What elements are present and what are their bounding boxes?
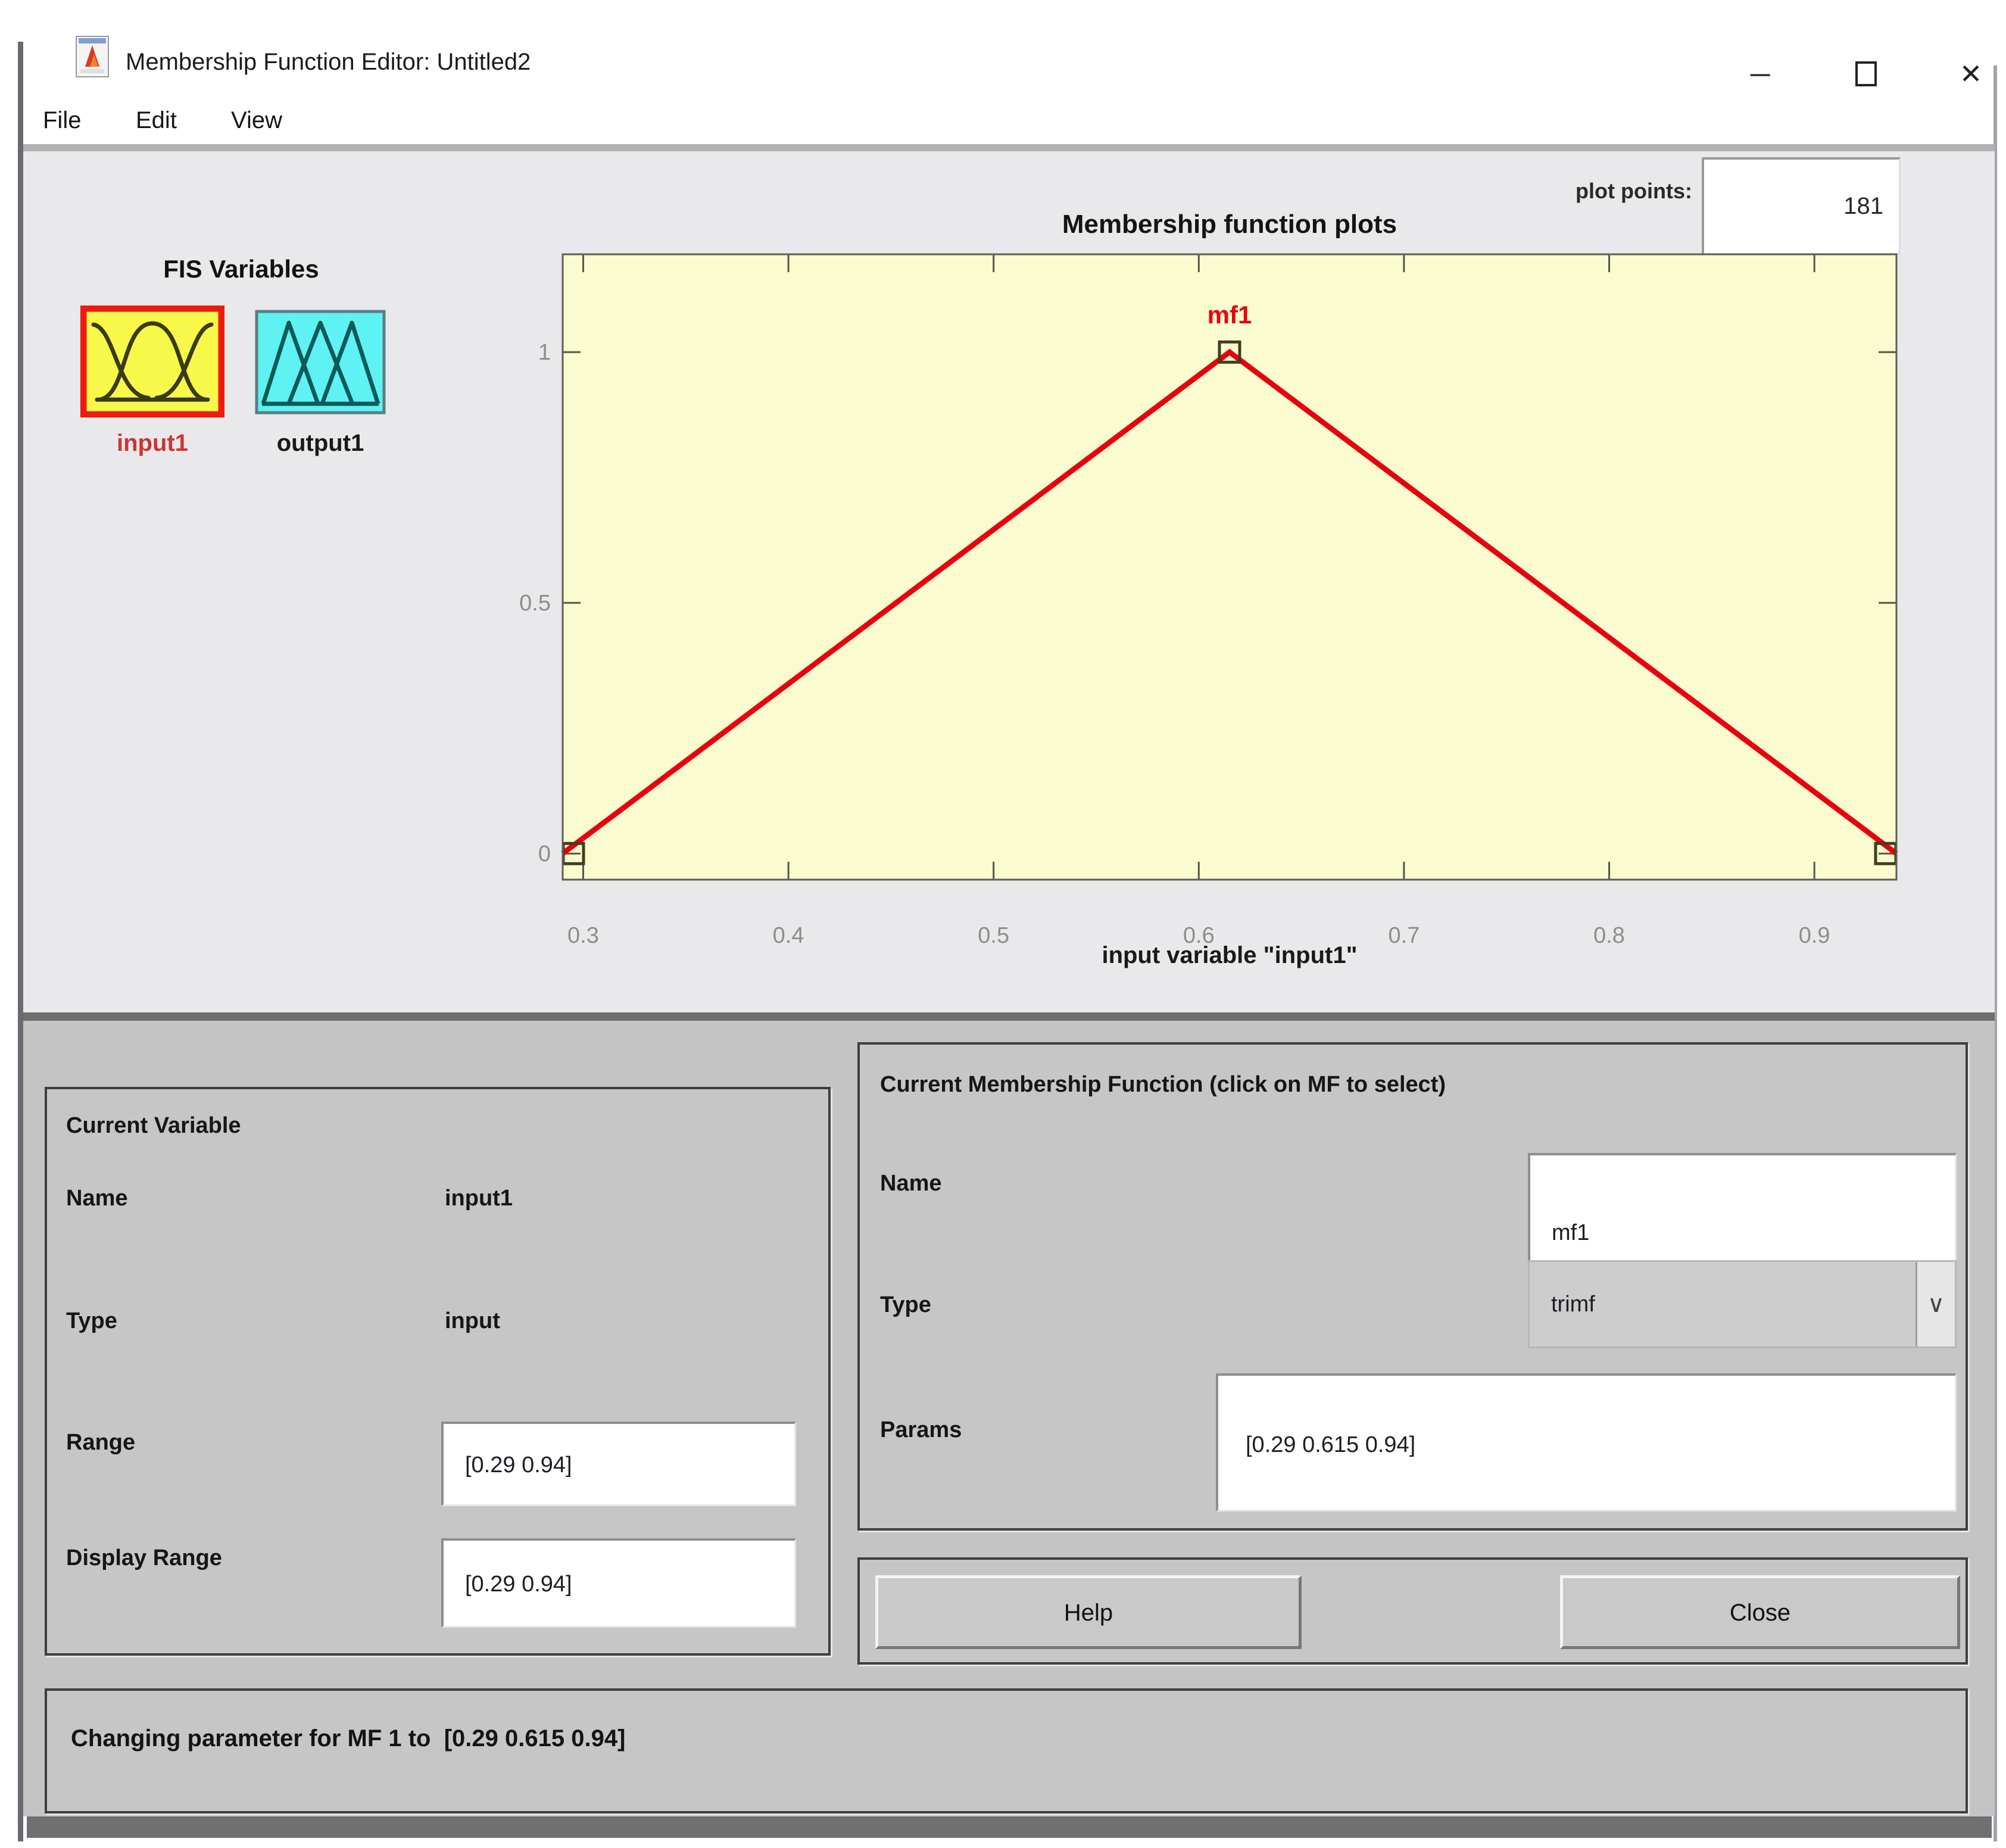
maximize-icon xyxy=(1855,61,1877,86)
display-range-value: [0.29 0.94] xyxy=(465,1572,572,1597)
mf-name-input[interactable]: mf1 xyxy=(1528,1153,1957,1270)
x-axis-label: input variable "input1" xyxy=(1102,942,1357,968)
range-input[interactable]: [0.29 0.94] xyxy=(441,1422,796,1506)
current-mf-title: Current Membership Function (click on MF… xyxy=(880,1072,1446,1097)
status-message: Changing parameter for MF 1 to [0.29 0.6… xyxy=(71,1725,626,1752)
svg-text:0: 0 xyxy=(538,842,551,867)
mf-type-label: Type xyxy=(880,1292,931,1317)
current-variable-title: Current Variable xyxy=(66,1113,241,1138)
fis-variable-output1-label: output1 xyxy=(276,430,364,456)
plot-points-label: plot points: xyxy=(1576,179,1692,203)
range-value: [0.29 0.94] xyxy=(465,1453,572,1478)
svg-text:0.4: 0.4 xyxy=(773,923,804,948)
current-variable-panel: Current Variable Name input1 Type input … xyxy=(45,1087,831,1656)
display-range-label: Display Range xyxy=(66,1545,222,1570)
status-panel: Changing parameter for MF 1 to [0.29 0.6… xyxy=(45,1688,1968,1813)
chevron-down-icon: ∨ xyxy=(1927,1291,1945,1317)
minimize-icon: ─ xyxy=(1750,58,1770,89)
display-range-input[interactable]: [0.29 0.94] xyxy=(441,1538,796,1628)
range-label: Range xyxy=(66,1430,136,1455)
close-dialog-button[interactable]: Close xyxy=(1560,1575,1960,1649)
close-button[interactable]: ✕ xyxy=(1938,50,2004,98)
dropdown-chevron-button[interactable]: ∨ xyxy=(1915,1262,1955,1347)
window-border-bottom xyxy=(27,1816,1992,1838)
help-button[interactable]: Help xyxy=(875,1575,1302,1649)
variable-type-label: Type xyxy=(66,1308,117,1333)
minimize-button[interactable]: ─ xyxy=(1727,50,1793,98)
buttons-panel: Help Close xyxy=(857,1557,1968,1665)
mf-type-dropdown[interactable]: trimf ∨ xyxy=(1528,1260,1957,1348)
fis-variable-input1-icon[interactable] xyxy=(80,305,225,418)
membership-function-plot[interactable]: 0.3 0.4 0.5 0.6 0.7 0.8 0.900.51mf1 input vari… xyxy=(473,220,1974,1012)
variable-name-value: input1 xyxy=(445,1186,513,1211)
close-icon: ✕ xyxy=(1959,58,1983,89)
matlab-app-icon xyxy=(76,36,109,77)
fis-variable-output1-icon[interactable] xyxy=(255,310,386,415)
svg-text:0.5: 0.5 xyxy=(978,923,1009,948)
svg-text:0.7: 0.7 xyxy=(1389,923,1420,948)
svg-text:0.5: 0.5 xyxy=(519,591,551,616)
fis-variable-input1-label: input1 xyxy=(117,430,188,456)
window-border-left xyxy=(18,42,23,1841)
mf-params-label: Params xyxy=(880,1417,962,1442)
window-title: Membership Function Editor: Untitled2 xyxy=(126,49,531,75)
menu-edit[interactable]: Edit xyxy=(136,102,177,138)
title-bar: Membership Function Editor: Untitled2 ─ … xyxy=(23,0,1993,95)
menu-file[interactable]: File xyxy=(43,102,81,138)
plot-background[interactable] xyxy=(563,254,1896,880)
fis-variables-heading: FIS Variables xyxy=(163,255,319,283)
mf-params-value: [0.29 0.615 0.94] xyxy=(1246,1432,1416,1457)
svg-text:0.8: 0.8 xyxy=(1593,923,1625,948)
maximize-button[interactable] xyxy=(1833,50,1899,98)
svg-text:1: 1 xyxy=(538,340,551,365)
membership-function-editor-window: Membership Function Editor: Untitled2 ─ … xyxy=(0,0,2006,1848)
variable-name-label: Name xyxy=(66,1186,128,1211)
mf-type-value: trimf xyxy=(1551,1292,1595,1317)
svg-text:0.9: 0.9 xyxy=(1799,923,1830,948)
mf-name-label: Name xyxy=(880,1171,942,1196)
svg-text:mf1: mf1 xyxy=(1208,301,1252,329)
current-mf-panel: Current Membership Function (click on MF… xyxy=(857,1042,1968,1531)
mf-params-input[interactable]: [0.29 0.615 0.94] xyxy=(1216,1373,1957,1512)
variable-type-value: input xyxy=(445,1308,500,1333)
menu-view[interactable]: View xyxy=(231,102,282,138)
svg-text:0.3: 0.3 xyxy=(567,923,599,948)
